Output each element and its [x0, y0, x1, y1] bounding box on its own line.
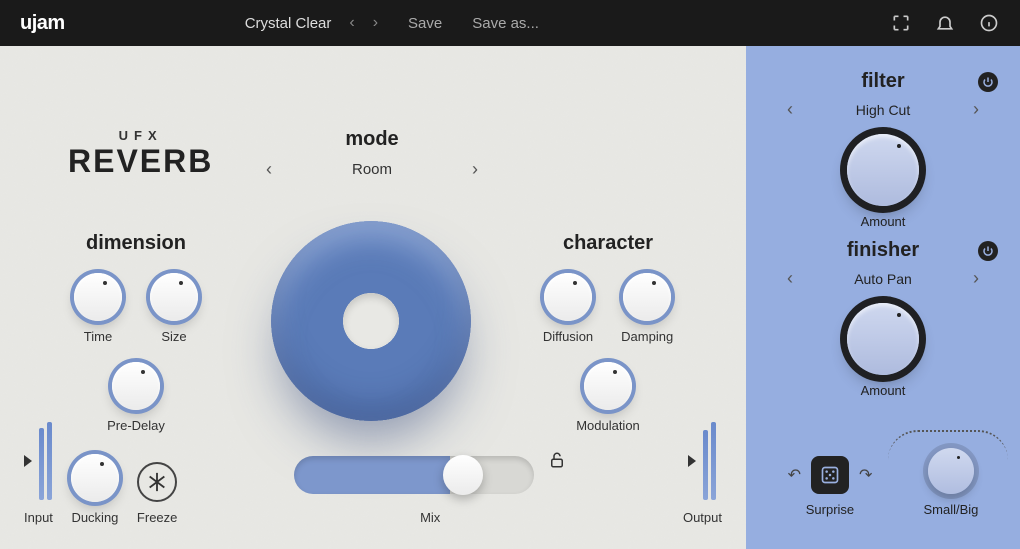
mode-big-knob[interactable] — [271, 221, 471, 421]
surprise-button[interactable] — [811, 456, 849, 494]
surprise-label: Surprise — [806, 502, 854, 517]
preset-prev-icon[interactable]: ‹ — [349, 14, 354, 32]
output-meter-l — [703, 430, 708, 500]
brand-block: UFX REVERB — [68, 128, 213, 180]
output-meter-r — [711, 422, 716, 500]
brand-reverb: REVERB — [68, 143, 213, 180]
filter-next-icon[interactable]: › — [969, 99, 983, 120]
filter-amount-label: Amount — [861, 214, 906, 229]
redo-icon[interactable]: ↷ — [859, 465, 872, 485]
diffusion-label: Diffusion — [543, 329, 593, 344]
mode-title: mode — [262, 128, 482, 151]
bell-icon[interactable] — [934, 12, 956, 34]
input-play-icon[interactable] — [24, 455, 32, 467]
logo: ujam — [20, 12, 65, 35]
input-label: Input — [24, 510, 53, 525]
mix-label: Mix — [420, 510, 440, 525]
finisher-next-icon[interactable]: › — [969, 268, 983, 289]
output-label: Output — [683, 510, 722, 525]
diffusion-knob[interactable] — [544, 273, 592, 321]
save-button[interactable]: Save — [408, 15, 442, 32]
side-panel: filter ‹ High Cut › Amount finisher — [746, 46, 1020, 549]
finisher-amount-label: Amount — [861, 383, 906, 398]
dimension-title: dimension — [58, 232, 214, 255]
freeze-label: Freeze — [137, 510, 177, 525]
time-label: Time — [84, 329, 112, 344]
filter-value[interactable]: High Cut — [856, 102, 910, 118]
filter-power-button[interactable] — [978, 72, 998, 92]
size-knob[interactable] — [150, 273, 198, 321]
character-title: character — [530, 232, 686, 255]
mix-slider[interactable] — [294, 456, 534, 494]
small-big-label: Small/Big — [924, 502, 979, 517]
mode-next-icon[interactable]: › — [468, 159, 482, 180]
size-label: Size — [161, 329, 186, 344]
lock-icon[interactable] — [548, 450, 566, 476]
mode-value[interactable]: Room — [352, 161, 392, 178]
damping-knob[interactable] — [623, 273, 671, 321]
small-big-knob[interactable] — [928, 448, 974, 494]
ducking-knob[interactable] — [71, 454, 119, 502]
brand-ufx: UFX — [68, 128, 213, 143]
finisher-amount-knob[interactable] — [847, 303, 919, 375]
freeze-button[interactable] — [137, 462, 177, 502]
info-icon[interactable] — [978, 12, 1000, 34]
top-bar: ujam Crystal Clear ‹ › Save Save as... — [0, 0, 1020, 46]
preset-next-icon[interactable]: › — [373, 14, 378, 32]
predelay-knob[interactable] — [112, 362, 160, 410]
ducking-label: Ducking — [71, 510, 118, 525]
fullscreen-icon[interactable] — [890, 12, 912, 34]
finisher-value[interactable]: Auto Pan — [854, 271, 912, 287]
main-panel: UFX REVERB mode ‹ Room › dimension Time — [0, 46, 746, 549]
undo-icon[interactable]: ↶ — [788, 465, 801, 485]
filter-prev-icon[interactable]: ‹ — [783, 99, 797, 120]
preset-name[interactable]: Crystal Clear — [245, 15, 332, 32]
damping-label: Damping — [621, 329, 673, 344]
time-knob[interactable] — [74, 273, 122, 321]
filter-title: filter — [861, 70, 904, 93]
output-play-icon[interactable] — [688, 455, 696, 467]
finisher-title: finisher — [847, 239, 919, 262]
finisher-power-button[interactable] — [978, 241, 998, 261]
save-as-button[interactable]: Save as... — [472, 15, 539, 32]
finisher-prev-icon[interactable]: ‹ — [783, 268, 797, 289]
modulation-knob[interactable] — [584, 362, 632, 410]
input-meter-l — [39, 428, 44, 500]
mode-prev-icon[interactable]: ‹ — [262, 159, 276, 180]
filter-amount-knob[interactable] — [847, 134, 919, 206]
mix-handle[interactable] — [443, 455, 483, 495]
input-meter-r — [47, 422, 52, 500]
